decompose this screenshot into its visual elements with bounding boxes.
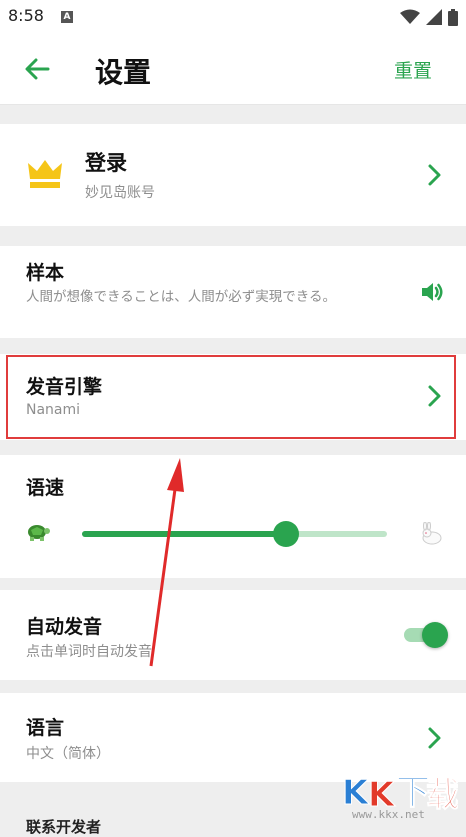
auto-pronounce-title: 自动发音 [26,616,103,638]
notification-icon: A [61,11,73,23]
language-title: 语言 [26,717,65,739]
speed-slider-thumb[interactable] [273,521,300,547]
speed-slider-fill [82,531,287,537]
auto-pronounce-subtitle: 点击单词时自动发音 [26,644,152,660]
svg-text:K: K [342,773,370,813]
signal-icon [426,9,442,25]
reset-button[interactable]: 重置 [394,56,432,83]
back-button[interactable] [22,54,52,84]
login-row[interactable]: 登录 妙见岛账号 [0,124,466,226]
watermark-logo: K K 下 载 www.kkx.net [338,768,461,834]
watermark-url: www.kkx.net [352,808,425,821]
status-bar: 8:58 A [0,0,466,34]
status-time: 8:58 [8,6,44,25]
auto-pronounce-row: 自动发音 点击单词时自动发音 [0,590,466,680]
speed-row: 语速 [0,455,466,578]
language-value: 中文（简体） [26,746,110,762]
back-arrow-icon [25,58,50,80]
speaker-icon[interactable] [420,280,444,304]
status-icons [400,8,458,26]
sample-title: 样本 [26,262,65,284]
highlight-box [6,355,456,439]
chevron-right-icon [428,164,441,186]
crown-icon [28,160,62,188]
sample-row: 样本 人間が想像できることは、人間が必ず実現できる。 [0,246,466,338]
turtle-icon [28,525,50,541]
speed-slider[interactable] [82,521,387,547]
auto-pronounce-toggle[interactable] [402,622,448,648]
svg-text:载: 载 [426,775,458,814]
login-title: 登录 [85,151,127,175]
login-subtitle: 妙见岛账号 [85,185,155,201]
speed-title: 语速 [26,477,65,499]
toggle-thumb [422,622,448,648]
battery-icon [448,8,458,26]
svg-text:下: 下 [396,773,430,813]
app-bar: 设置 重置 [0,34,466,105]
wifi-icon [400,9,420,24]
rabbit-icon [422,522,442,545]
chevron-right-icon [428,727,441,749]
page-title: 设置 [95,56,152,89]
sample-text: 人間が想像できることは、人間が必ず実現できる。 [26,289,336,305]
